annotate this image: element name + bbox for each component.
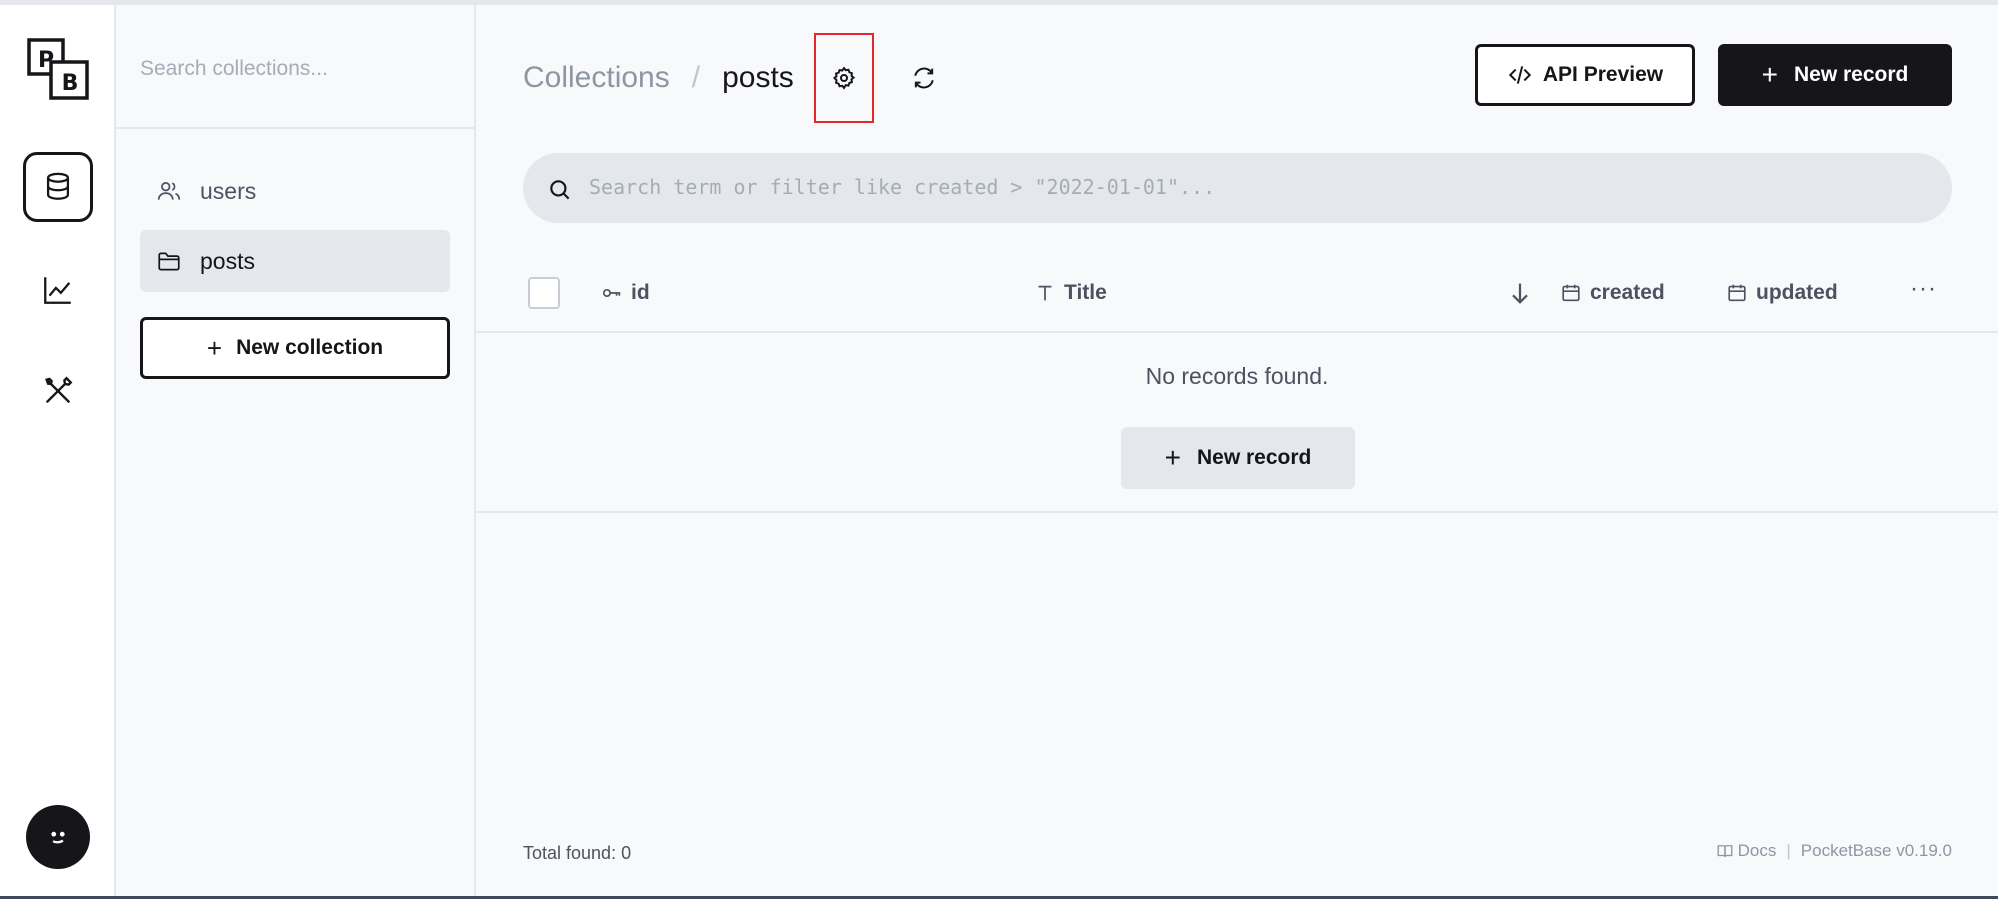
logo-icon: P B	[27, 38, 89, 100]
refresh-button[interactable]	[901, 55, 947, 101]
search-collections-input[interactable]	[140, 49, 450, 89]
sidebar-item-label: users	[200, 177, 257, 204]
plus-icon: +	[1164, 442, 1181, 473]
rail-collections-button[interactable]	[23, 152, 93, 222]
records-search-bar	[523, 153, 1952, 223]
breadcrumb-current: posts	[722, 61, 794, 94]
svg-text:B: B	[62, 71, 79, 96]
calendar-icon	[1728, 284, 1746, 302]
plus-icon: +	[206, 333, 223, 363]
refresh-icon	[914, 67, 934, 89]
tools-icon	[45, 376, 73, 404]
calendar-icon	[1562, 284, 1580, 302]
footer-links: Docs | PocketBase v0.19.0	[1716, 841, 1952, 861]
chart-line-icon	[44, 277, 71, 304]
breadcrumb-collections[interactable]: Collections	[523, 61, 670, 95]
column-updated[interactable]: updated	[1726, 275, 1838, 311]
footer-separator: |	[1786, 841, 1791, 860]
search-icon	[550, 180, 570, 200]
collections-sidebar: users posts + New collection	[116, 5, 476, 896]
sidebar-item-users[interactable]: users	[140, 160, 450, 222]
column-id[interactable]: id	[601, 275, 650, 311]
svg-text:P: P	[38, 48, 54, 73]
new-record-button[interactable]: + New record	[1718, 44, 1952, 106]
api-preview-button[interactable]: API Preview	[1475, 44, 1695, 106]
column-title[interactable]: Title	[1034, 275, 1107, 311]
key-icon	[602, 288, 621, 298]
folder-icon	[158, 252, 180, 271]
text-icon	[1038, 285, 1052, 301]
column-label: id	[631, 281, 650, 304]
sidebar-item-label: posts	[200, 247, 255, 274]
collection-settings-button[interactable]	[821, 55, 867, 101]
empty-new-record-button[interactable]: + New record	[1121, 427, 1355, 489]
pocketbase-logo[interactable]: P B	[26, 37, 90, 101]
column-label: updated	[1756, 281, 1838, 304]
records-search-input[interactable]	[589, 167, 1919, 207]
users-icon	[157, 182, 181, 200]
user-avatar[interactable]	[26, 805, 90, 869]
total-found: Total found: 0	[523, 843, 631, 864]
code-icon	[1508, 66, 1532, 84]
column-label: created	[1590, 281, 1665, 304]
smiley-icon	[51, 831, 65, 844]
book-icon	[1717, 845, 1733, 858]
version-link[interactable]: PocketBase v0.19.0	[1801, 841, 1952, 861]
rail-settings-button[interactable]	[23, 356, 93, 426]
total-found-value: 0	[621, 843, 632, 863]
sidebar-item-posts[interactable]: posts	[140, 230, 450, 292]
app-rail: P B	[0, 5, 116, 896]
api-preview-label: API Preview	[1542, 63, 1664, 86]
breadcrumb: Collections / posts	[523, 55, 794, 101]
sort-descending-icon[interactable]	[1506, 279, 1534, 307]
sidebar-search-area	[116, 5, 474, 129]
total-found-label: Total found:	[523, 843, 617, 863]
breadcrumb-separator: /	[691, 61, 701, 94]
new-collection-button[interactable]: + New collection	[140, 317, 450, 379]
column-created[interactable]: created	[1560, 275, 1665, 311]
rail-logs-button[interactable]	[23, 255, 93, 325]
no-records-text: No records found.	[1145, 363, 1329, 389]
plus-icon: +	[1761, 59, 1778, 90]
new-record-label: New record	[1196, 446, 1312, 469]
gear-icon	[832, 66, 856, 90]
main-panel: Collections / posts API Preview + New re…	[476, 5, 1998, 896]
database-icon	[46, 172, 70, 200]
more-columns-icon[interactable]: ···	[1910, 275, 1937, 303]
column-label: Title	[1064, 281, 1107, 304]
empty-state: No records found. + New record	[476, 333, 1998, 513]
select-all-checkbox[interactable]	[528, 277, 560, 309]
new-collection-label: New collection	[236, 336, 384, 359]
docs-link[interactable]: Docs	[1738, 841, 1777, 861]
table-header: id Title created updated ···	[476, 253, 1998, 333]
new-record-label: New record	[1793, 63, 1909, 86]
